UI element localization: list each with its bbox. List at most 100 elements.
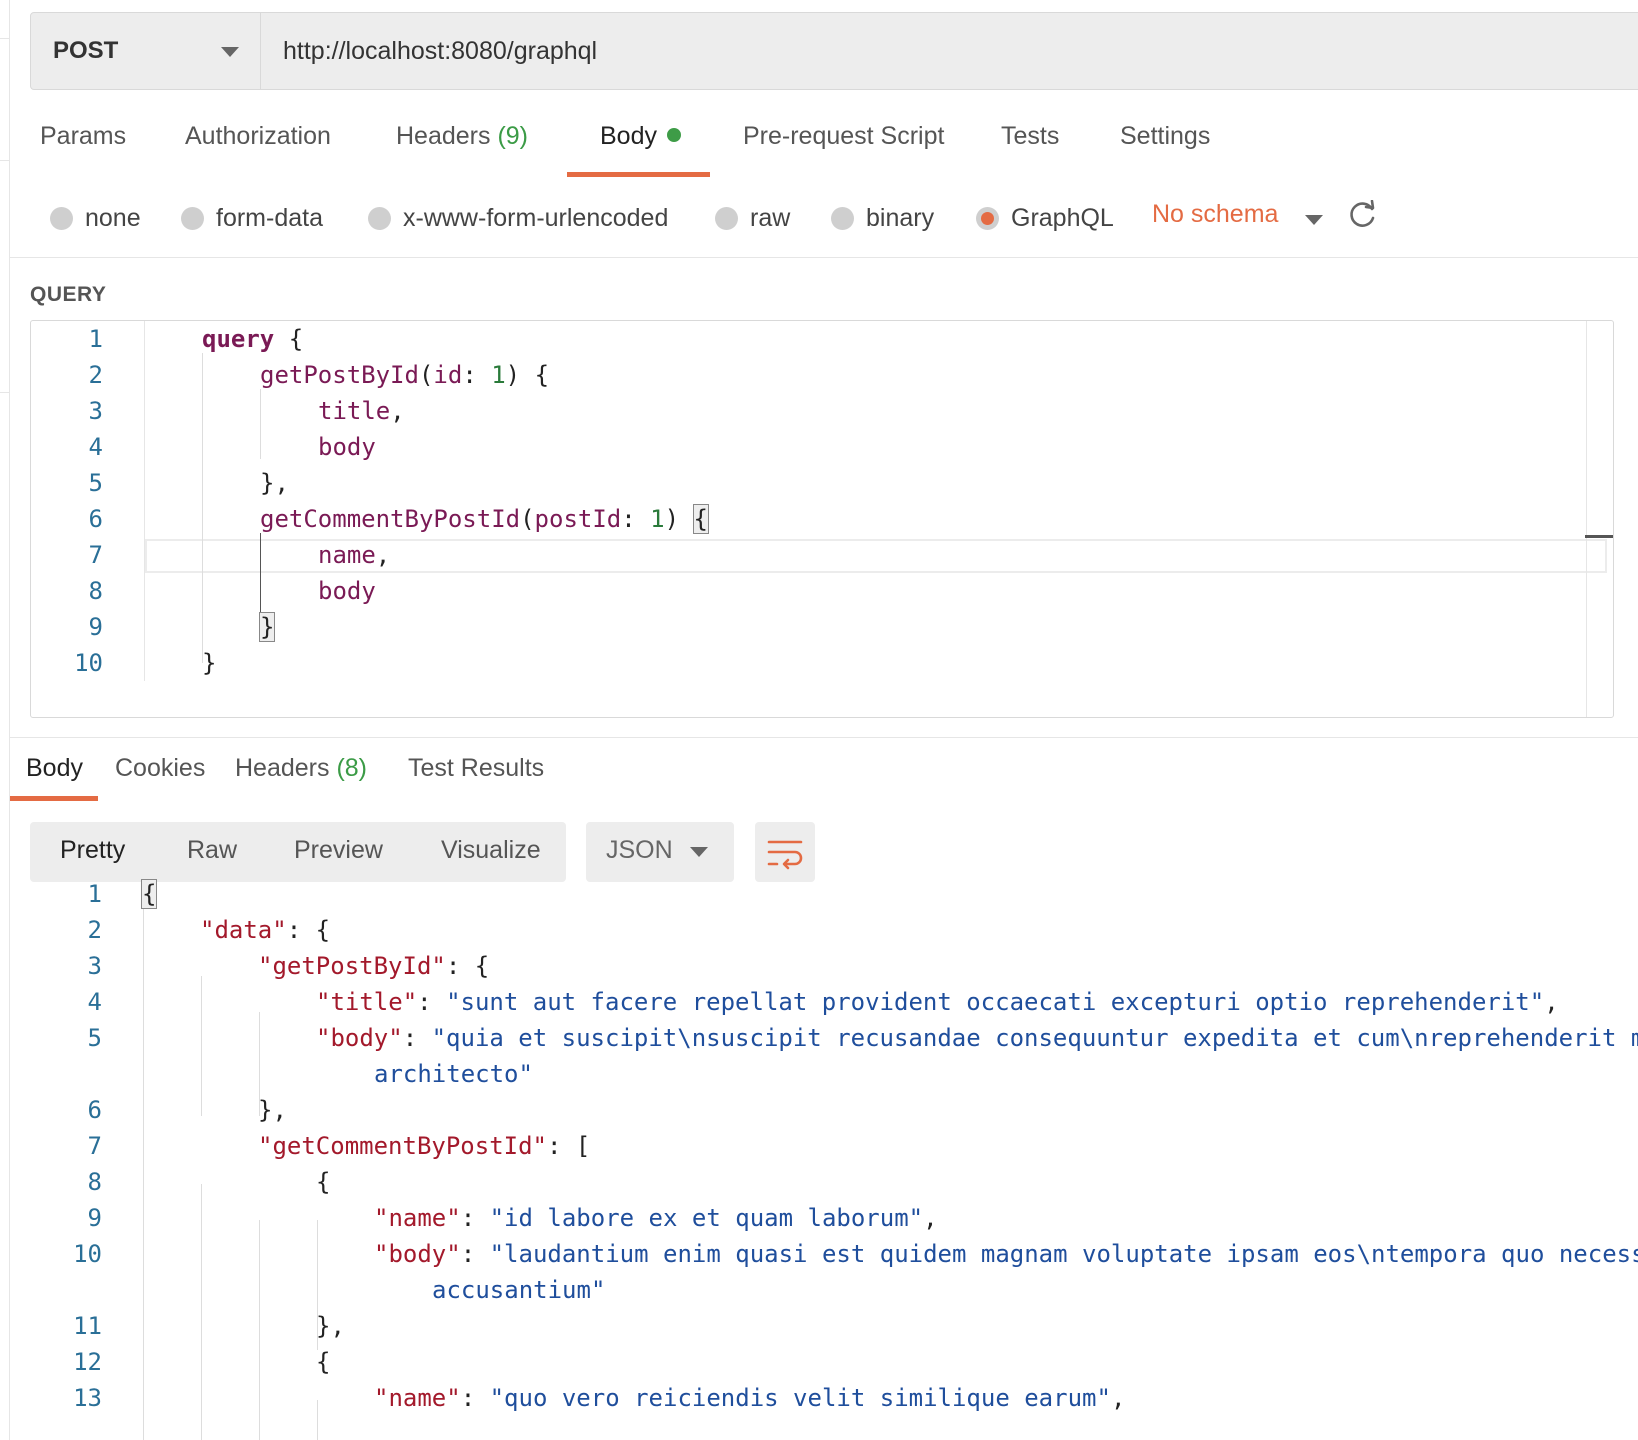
view-mode-group: Pretty Raw Preview Visualize	[30, 822, 566, 882]
radio-label: raw	[750, 203, 791, 232]
radio-binary[interactable]: binary	[831, 198, 934, 238]
divider	[10, 257, 1638, 258]
punctuation-token: (	[520, 505, 535, 533]
active-response-tab-indicator	[10, 796, 98, 801]
editor-scrollbar[interactable]	[1586, 321, 1587, 717]
tab-body[interactable]: Body	[600, 122, 681, 178]
line-number: 7	[87, 1132, 102, 1160]
response-tab-test-results[interactable]: Test Results	[408, 754, 544, 783]
matched-bracket: {	[692, 504, 710, 534]
code-line: },	[260, 469, 289, 497]
url-input[interactable]: http://localhost:8080/graphql	[261, 13, 1638, 89]
punctuation-token: {	[316, 1348, 331, 1376]
tab-body-label: Body	[600, 122, 657, 150]
keyword-token: query	[202, 325, 275, 353]
line-number: 6	[87, 1096, 102, 1124]
indent-guide	[317, 1400, 318, 1440]
tab-tests[interactable]: Tests	[1001, 122, 1059, 178]
radio-label: none	[85, 203, 141, 232]
field-token: title	[318, 397, 391, 425]
radio-x-www-form-urlencoded[interactable]: x-www-form-urlencoded	[368, 198, 668, 238]
refresh-icon[interactable]	[1348, 200, 1378, 230]
wrap-lines-icon	[767, 840, 803, 870]
url-value: http://localhost:8080/graphql	[283, 36, 598, 65]
punctuation-token: ,	[390, 397, 405, 425]
tab-settings[interactable]: Settings	[1120, 122, 1210, 178]
response-tab-cookies[interactable]: Cookies	[115, 754, 205, 783]
line-number: 8	[87, 1168, 102, 1196]
json-key: "getPostById"	[258, 952, 446, 980]
query-editor[interactable]: 1 2 3 4 5 6 7 8 9 10 query { getPostById…	[30, 320, 1614, 718]
radio-circle	[831, 206, 854, 230]
query-section-label: QUERY	[30, 283, 107, 306]
format-select[interactable]: JSON	[586, 822, 734, 882]
radio-raw[interactable]: raw	[715, 198, 790, 238]
number-token: 1	[650, 505, 665, 533]
code-line: body	[318, 433, 376, 461]
json-string: "sunt aut facere repellat provident occa…	[446, 988, 1545, 1016]
view-preview-button[interactable]: Preview	[294, 836, 383, 865]
indent-guide	[202, 353, 203, 663]
method-label: POST	[53, 37, 119, 64]
argument-token: id	[433, 361, 463, 389]
response-tab-headers-label: Headers	[235, 754, 330, 782]
schema-select[interactable]: No schema	[1152, 200, 1278, 229]
line-number: 10	[74, 649, 103, 677]
response-tab-body[interactable]: Body	[26, 754, 83, 783]
radio-label: GraphQL	[1011, 203, 1114, 232]
request-url-bar: POST http://localhost:8080/graphql	[30, 12, 1638, 90]
json-line-wrapped: accusantium"	[432, 1276, 605, 1304]
punctuation-token: :	[417, 988, 447, 1016]
radio-none[interactable]: none	[50, 198, 141, 238]
punctuation-token: :	[460, 1384, 490, 1412]
left-sidebar-edge	[0, 0, 10, 1440]
tab-authorization[interactable]: Authorization	[185, 122, 331, 178]
tab-pre-request-script[interactable]: Pre-request Script	[743, 122, 944, 178]
code-line: }	[258, 612, 276, 642]
code-line: }	[202, 649, 216, 677]
punctuation-token: (	[418, 361, 434, 389]
wrap-lines-button[interactable]	[755, 822, 815, 882]
json-line: "name": "id labore ex et quam laborum",	[374, 1204, 938, 1232]
view-pretty-button[interactable]: Pretty	[60, 836, 125, 865]
json-string: architecto"	[374, 1060, 533, 1088]
json-line: {	[316, 1348, 330, 1376]
radio-label: x-www-form-urlencoded	[403, 203, 669, 232]
json-line: {	[140, 879, 158, 909]
code-line: title,	[318, 397, 405, 425]
chevron-down-icon[interactable]	[1305, 215, 1323, 225]
edge-divider	[0, 38, 10, 39]
matched-bracket: {	[140, 879, 158, 909]
json-line: },	[258, 1096, 287, 1124]
body-indicator-dot	[666, 128, 681, 142]
code-line: query {	[202, 325, 303, 353]
radio-graphql[interactable]: GraphQL	[976, 198, 1114, 238]
view-visualize-button[interactable]: Visualize	[441, 836, 541, 865]
json-key: "name"	[374, 1384, 461, 1412]
radio-form-data[interactable]: form-data	[181, 198, 323, 238]
format-select-label: JSON	[606, 836, 673, 864]
view-raw-button[interactable]: Raw	[187, 836, 237, 865]
radio-circle	[368, 206, 391, 230]
edge-divider	[0, 392, 10, 393]
function-token: getPostById	[260, 361, 419, 389]
tab-headers-label: Headers	[396, 122, 491, 150]
radio-circle	[181, 206, 204, 230]
tab-headers[interactable]: Headers (9)	[396, 122, 528, 178]
edge-divider	[0, 160, 10, 161]
line-number: 4	[87, 988, 102, 1016]
tab-params[interactable]: Params	[40, 122, 126, 178]
json-key: "data"	[200, 916, 287, 944]
line-number: 2	[87, 916, 102, 944]
matched-bracket: }	[258, 612, 276, 642]
punctuation-token: :	[402, 1024, 432, 1052]
method-select[interactable]: POST	[31, 13, 261, 89]
function-token: getCommentByPostId	[260, 505, 521, 533]
punctuation-token: :	[460, 1204, 490, 1232]
punctuation-token: ) {	[505, 361, 550, 389]
json-line: "data": {	[200, 916, 330, 944]
response-tab-headers[interactable]: Headers (8)	[235, 754, 367, 783]
punctuation-token: ,	[1110, 1384, 1126, 1412]
headers-count-badge: (9)	[497, 122, 529, 150]
field-token: body	[318, 433, 376, 461]
